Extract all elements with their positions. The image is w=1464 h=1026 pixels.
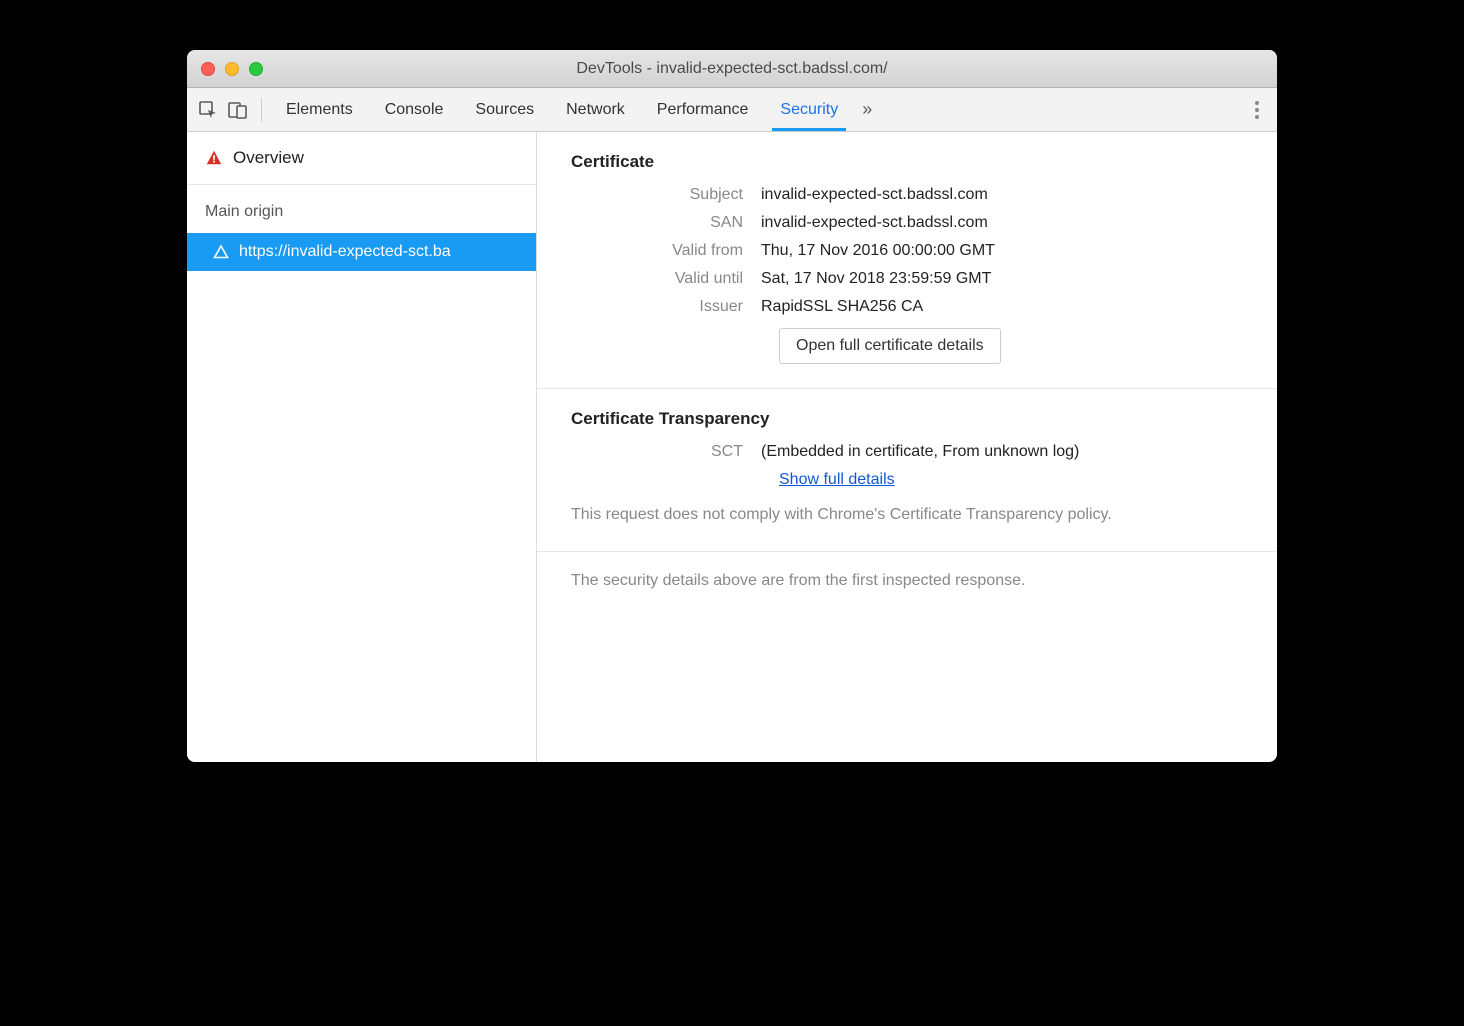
devtools-window: DevTools - invalid-expected-sct.badssl.c… [187,50,1277,762]
value-subject: invalid-expected-sct.badssl.com [761,186,1243,204]
row-sct: SCT (Embedded in certificate, From unkno… [571,443,1243,461]
titlebar: DevTools - invalid-expected-sct.badssl.c… [187,50,1277,88]
label-issuer: Issuer [571,298,761,316]
inspect-element-icon[interactable] [193,95,223,125]
row-issuer: Issuer RapidSSL SHA256 CA [571,298,1243,316]
traffic-lights [187,62,263,76]
tab-sources[interactable]: Sources [459,88,550,131]
window-title: DevTools - invalid-expected-sct.badssl.c… [187,60,1277,78]
label-valid-until: Valid until [571,270,761,288]
devtools-toolbar: Elements Console Sources Network Perform… [187,88,1277,132]
origin-row[interactable]: https://invalid-expected-sct.ba [187,233,536,271]
tab-elements[interactable]: Elements [270,88,369,131]
main-origin-label: Main origin [187,185,536,233]
ct-section: Certificate Transparency SCT (Embedded i… [537,389,1277,552]
value-san: invalid-expected-sct.badssl.com [761,214,1243,232]
certificate-heading: Certificate [571,152,1243,172]
warning-triangle-icon [205,149,223,167]
device-toggle-icon[interactable] [223,95,253,125]
label-sct: SCT [571,443,761,461]
label-valid-from: Valid from [571,242,761,260]
certificate-section: Certificate Subject invalid-expected-sct… [537,132,1277,389]
overview-row[interactable]: Overview [187,132,536,185]
tab-performance[interactable]: Performance [641,88,765,131]
origin-url: https://invalid-expected-sct.ba [239,243,451,261]
content-area: Overview Main origin https://invalid-exp… [187,132,1277,762]
row-valid-until: Valid until Sat, 17 Nov 2018 23:59:59 GM… [571,270,1243,288]
row-subject: Subject invalid-expected-sct.badssl.com [571,186,1243,204]
ct-heading: Certificate Transparency [571,409,1243,429]
value-valid-until: Sat, 17 Nov 2018 23:59:59 GMT [761,270,1243,288]
more-tabs-icon[interactable]: » [854,99,880,120]
minimize-window-button[interactable] [225,62,239,76]
row-valid-from: Valid from Thu, 17 Nov 2016 00:00:00 GMT [571,242,1243,260]
security-details: Certificate Subject invalid-expected-sct… [537,132,1277,762]
label-subject: Subject [571,186,761,204]
zoom-window-button[interactable] [249,62,263,76]
tab-console[interactable]: Console [369,88,460,131]
overview-label: Overview [233,148,304,168]
value-sct: (Embedded in certificate, From unknown l… [761,443,1243,461]
show-full-details-link[interactable]: Show full details [779,471,895,488]
toolbar-divider [261,98,262,122]
close-window-button[interactable] [201,62,215,76]
footer-note: The security details above are from the … [537,552,1277,610]
tab-security[interactable]: Security [764,88,854,131]
value-issuer: RapidSSL SHA256 CA [761,298,1243,316]
open-certificate-button[interactable]: Open full certificate details [779,328,1001,364]
label-san: SAN [571,214,761,232]
value-valid-from: Thu, 17 Nov 2016 00:00:00 GMT [761,242,1243,260]
row-san: SAN invalid-expected-sct.badssl.com [571,214,1243,232]
tab-network[interactable]: Network [550,88,641,131]
ct-policy-note: This request does not comply with Chrome… [571,503,1243,527]
security-sidebar: Overview Main origin https://invalid-exp… [187,132,537,762]
panel-tabs: Elements Console Sources Network Perform… [270,88,854,131]
settings-menu-icon[interactable] [1243,101,1271,119]
warning-triangle-outline-icon [213,244,229,260]
